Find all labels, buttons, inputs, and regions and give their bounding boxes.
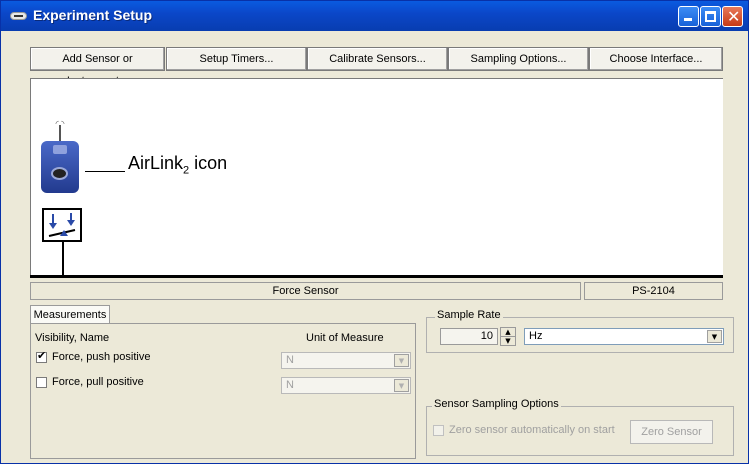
zero-on-start-label: Zero sensor automatically on start: [449, 424, 615, 436]
force-pull-checkbox[interactable]: [36, 377, 47, 388]
minimize-button[interactable]: [678, 6, 699, 27]
maximize-button[interactable]: [700, 6, 721, 27]
calibrate-sensors-button[interactable]: Calibrate Sensors...: [307, 47, 448, 71]
sample-rate-unit-select[interactable]: Hz ▼: [524, 328, 724, 345]
callout-suffix: icon: [189, 153, 228, 173]
antenna-icon: [59, 125, 61, 141]
zero-sensor-button[interactable]: Zero Sensor: [630, 420, 713, 444]
force-push-label: Force, push positive: [52, 351, 151, 363]
maximize-icon: [705, 11, 716, 22]
chevron-up-icon[interactable]: ▲: [501, 328, 515, 337]
callout-name: AirLink: [128, 153, 184, 173]
sample-rate-stepper[interactable]: ▲ ▼: [500, 327, 516, 346]
hardware-canvas: [30, 78, 723, 278]
app-icon: [10, 12, 27, 20]
sensor-name-status: Force Sensor: [30, 282, 581, 300]
sample-rate-value[interactable]: 10: [440, 328, 498, 345]
force-push-checkbox[interactable]: ✔: [36, 349, 47, 363]
chevron-down-icon: ▼: [394, 354, 409, 367]
sample-rate-unit: Hz: [529, 330, 543, 342]
tab-measurements[interactable]: Measurements: [30, 305, 110, 324]
airlink-callout: AirLink2 icon: [128, 153, 227, 177]
airlink-device-icon[interactable]: [41, 141, 79, 193]
minimize-icon: [684, 18, 692, 21]
setup-timers-button[interactable]: Setup Timers...: [166, 47, 307, 71]
interface-bus-line: [30, 275, 723, 278]
chevron-down-icon: ▼: [394, 379, 409, 392]
chevron-down-icon: ▼: [707, 330, 722, 343]
check-icon: ✔: [37, 349, 47, 362]
airlink-port: [51, 167, 68, 180]
window-title: Experiment Setup: [33, 7, 153, 23]
unit-value: N: [286, 354, 294, 366]
sampling-options-button[interactable]: Sampling Options...: [448, 47, 589, 71]
unit-value: N: [286, 379, 294, 391]
callout-line: [85, 171, 125, 172]
add-sensor-button[interactable]: Add Sensor or Instrument...: [30, 47, 165, 87]
experiment-setup-window: Experiment Setup ✕ Add Sensor or Instrum…: [0, 0, 749, 464]
close-icon: ✕: [727, 7, 741, 26]
force-pull-label: Force, pull positive: [52, 376, 144, 388]
sensor-sampling-legend: Sensor Sampling Options: [432, 398, 561, 410]
close-button[interactable]: ✕: [722, 6, 743, 27]
part-number-status: PS-2104: [584, 282, 723, 300]
title-bar[interactable]: Experiment Setup ✕: [1, 1, 748, 31]
force-sensor-glyph: [48, 213, 76, 237]
sample-rate-legend: Sample Rate: [435, 309, 503, 321]
force-push-unit-select[interactable]: N ▼: [281, 352, 411, 369]
force-sensor-icon[interactable]: [42, 208, 82, 242]
chevron-down-icon[interactable]: ▼: [501, 337, 515, 346]
zero-on-start-checkbox[interactable]: [433, 425, 444, 436]
sensor-connector-line: [62, 241, 64, 277]
airlink-top-panel: [53, 145, 67, 154]
choose-interface-button[interactable]: Choose Interface...: [589, 47, 723, 71]
force-pull-unit-select[interactable]: N ▼: [281, 377, 411, 394]
unit-of-measure-header: Unit of Measure: [306, 332, 384, 344]
visibility-name-header: Visibility, Name: [35, 332, 110, 344]
